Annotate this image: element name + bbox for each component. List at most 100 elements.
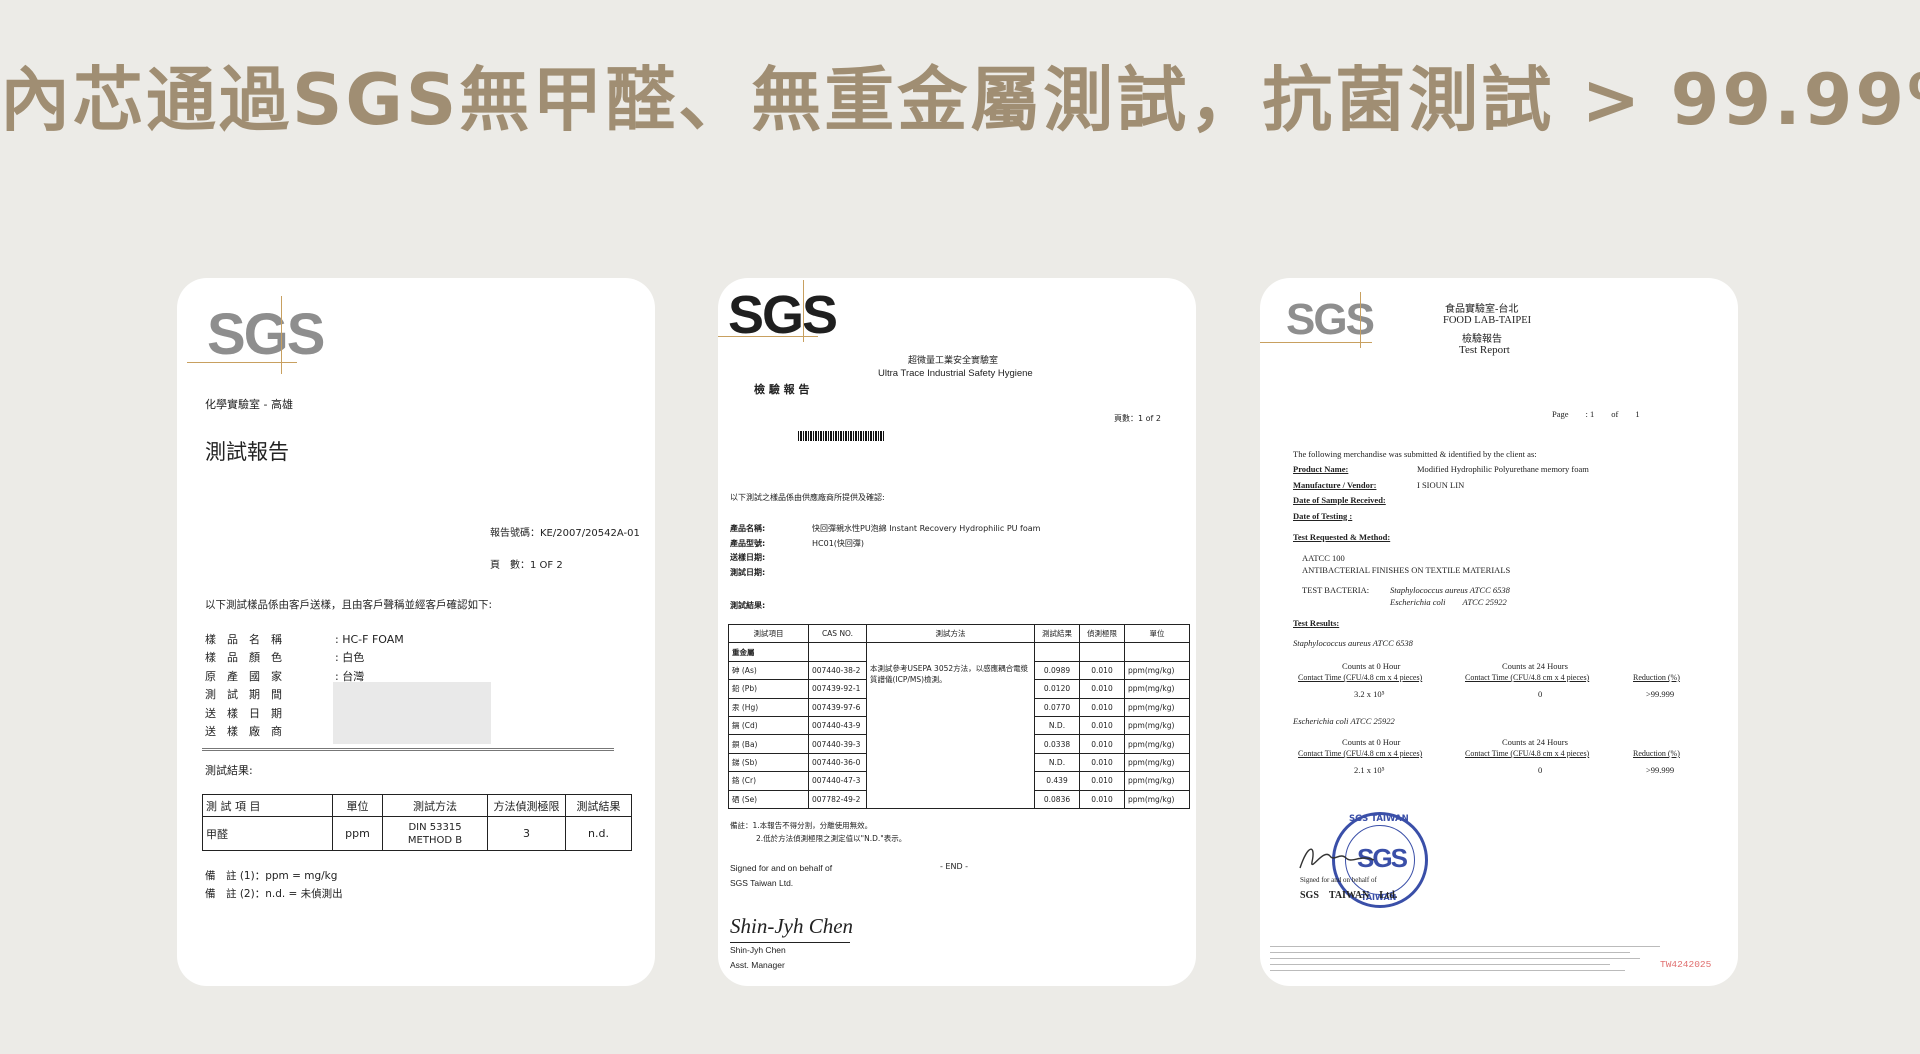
table-cell: 0.010	[1079, 789, 1125, 809]
table-cell: 鉻 (Cr)	[728, 771, 809, 791]
table-cell: ppm	[332, 816, 383, 851]
table-cell	[1034, 642, 1080, 662]
table-cell: DIN 53315 METHOD B	[382, 816, 488, 851]
table-header-cell: 測試方法	[866, 623, 1035, 644]
logo-bar	[803, 280, 804, 342]
table-cell: 007440-38-2	[808, 660, 867, 681]
value-reduction: >99.999	[1646, 765, 1675, 775]
table-header-cell: 測試方法	[382, 794, 488, 817]
table-cell: 鋇 (Ba)	[728, 734, 809, 754]
field-row: Product Name: Modified Hydrophilic Polyur…	[1293, 462, 1589, 478]
sgs-report-formaldehyde[interactable]: SGS 化學實驗室 - 高雄 測試報告 報告號碼：KE/2007/20542A-…	[177, 278, 655, 986]
field-row: Manufacture / Vendor: I SIOUN LIN	[1293, 478, 1589, 494]
table-cell: 007440-39-3	[808, 734, 867, 754]
intro-text: The following merchandise was submitted …	[1293, 449, 1537, 459]
sgs-logo: SGS	[728, 285, 838, 345]
report-title-en: Test Report	[1459, 344, 1510, 356]
note-1: 備 註 (1)：ppm = mg/kg	[205, 870, 338, 882]
field-row: 產品名稱: 快回彈親水性PU泡綿 Instant Recovery Hydroph…	[730, 522, 1040, 537]
table-cell: 0.010	[1079, 660, 1125, 681]
field-label: 樣 品 名 稱	[205, 633, 282, 646]
table-cell: N.D.	[1034, 715, 1080, 736]
value-0h: 3.2 x 10⁵	[1354, 689, 1385, 699]
table-cell: 0.010	[1079, 734, 1125, 754]
table-cell	[1079, 642, 1125, 662]
field-value: Modified Hydrophilic Polyurethane memory…	[1417, 464, 1589, 474]
fine-print-line	[1270, 964, 1610, 965]
field-label: 測 試 期 間	[205, 688, 282, 702]
field-label: Manufacture / Vendor:	[1293, 479, 1377, 490]
table-cell: 007440-43-9	[808, 715, 867, 736]
table-header-cell: 單位	[332, 794, 383, 817]
formaldehyde-results-table: 測 試 項 目 單位 測試方法 方法偵測極限 測試結果 甲醛 ppm DIN 5…	[202, 794, 632, 851]
barcode	[798, 431, 884, 441]
field-value: : 白色	[335, 651, 365, 665]
count-0h-header: Counts at 0 Hour	[1342, 661, 1401, 671]
table-cell: N.D.	[1034, 752, 1080, 773]
sgs-report-antibacterial[interactable]: SGS 食品實驗室-台北 FOOD LAB-TAIPEI 檢驗報告 Test R…	[1260, 278, 1738, 986]
field-row: 送樣日期:	[730, 551, 1040, 566]
field-row: 樣 品 顏 色: 白色	[205, 649, 404, 667]
note-2: 2.低於方法偵測極限之測定值以"N.D."表示。	[756, 834, 907, 843]
lab-name-zh: 超微量工業安全實驗室	[908, 356, 999, 366]
table-cell: ppm(mg/kg)	[1124, 789, 1190, 809]
table-cell: 0.010	[1079, 697, 1125, 717]
separator-line	[202, 748, 614, 751]
table-cell: 0.010	[1079, 715, 1125, 736]
table-header-cell: 測試項目	[728, 623, 809, 644]
organism-2: Escherichia coli ATCC 25922	[1293, 716, 1395, 726]
field-value: I SIOUN LIN	[1417, 479, 1465, 490]
intro-text: 以下測試之樣品係由供應廠商所提供及確認:	[730, 493, 885, 502]
table-cell-method: 本測試參考USEPA 3052方法，以感應耦合電漿質譜儀(ICP/MS)檢測。	[866, 642, 1035, 809]
results-label: Test Results:	[1293, 618, 1340, 628]
page-number: Page : 1 of 1	[1552, 409, 1640, 419]
sgs-report-heavy-metals[interactable]: SGS 超微量工業安全實驗室 Ultra Trace Industrial Sa…	[718, 278, 1196, 986]
table-cell: 甲醛	[202, 816, 333, 851]
fine-print-line	[1270, 958, 1640, 959]
table-cell: ppm(mg/kg)	[1124, 734, 1190, 754]
fine-print-line	[1270, 970, 1625, 971]
bacteria-2: Escherichia coli ATCC 25922	[1390, 597, 1507, 607]
table-cell: ppm(mg/kg)	[1124, 771, 1190, 791]
logo-underline	[1260, 342, 1372, 343]
end-mark: - END -	[940, 862, 969, 871]
table-header-cell: CAS NO.	[808, 623, 867, 644]
table-cell: 0.0989	[1034, 660, 1080, 681]
table-cell: 0.439	[1034, 771, 1080, 791]
reduction-header: Reduction (%)	[1633, 673, 1680, 682]
table-cell: 汞 (Hg)	[728, 697, 809, 717]
field-value: HC01(快回彈)	[812, 538, 865, 548]
table-cell: 007440-47-3	[808, 771, 867, 791]
table-header-cell: 方法偵測極限	[487, 794, 566, 817]
field-label: 產品名稱:	[730, 524, 766, 533]
table-header-cell: 測試結果	[1034, 623, 1080, 644]
signed-for-line: Signed for and on behalf of	[1300, 876, 1377, 884]
count-0h-header: Counts at 0 Hour	[1342, 737, 1401, 747]
report-number: 報告號碼：KE/2007/20542A-01	[490, 528, 640, 539]
value-24h: 0	[1538, 689, 1543, 699]
page-headline: 內芯通過SGS無甲醛、無重金屬測試，抗菌測試 > 99.99%	[0, 59, 1920, 141]
field-label: 送 樣 日 期	[205, 706, 282, 720]
field-row: 測試日期:	[730, 566, 1040, 581]
company-name: SGS Taiwan Ltd.	[730, 878, 794, 888]
field-row: 產品型號: HC01(快回彈)	[730, 537, 1040, 552]
field-label: 送樣日期:	[730, 553, 766, 562]
table-cell: 重金屬	[728, 642, 809, 662]
field-value: : HC-F FOAM	[335, 633, 404, 646]
field-label: Product Name:	[1293, 464, 1349, 474]
value-24h: 0	[1538, 765, 1543, 775]
lab-name-zh: 食品實驗室-台北	[1445, 304, 1519, 315]
field-label: 送 樣 廠 商	[205, 725, 282, 739]
table-header-cell: 偵測極限	[1079, 623, 1125, 644]
table-group-row: 重金屬 本測試參考USEPA 3052方法，以感應耦合電漿質譜儀(ICP/MS)…	[728, 642, 1190, 809]
table-cell: 鎘 (Cd)	[728, 715, 809, 736]
table-cell: 007439-97-6	[808, 697, 867, 717]
table-header-cell: 測試結果	[565, 794, 632, 817]
heavy-metal-results-table: 測試項目 CAS NO. 測試方法 測試結果 偵測極限 單位 重金屬 本測試參考…	[728, 623, 1190, 809]
value-0h: 2.1 x 10⁵	[1354, 765, 1385, 775]
lab-name: 化學實驗室 - 高雄	[205, 398, 293, 411]
field-value: : 台灣	[335, 669, 365, 683]
field-row: Date of Testing :	[1293, 509, 1589, 525]
table-cell: 0.010	[1079, 771, 1125, 791]
table-cell: 鉛 (Pb)	[728, 679, 809, 699]
